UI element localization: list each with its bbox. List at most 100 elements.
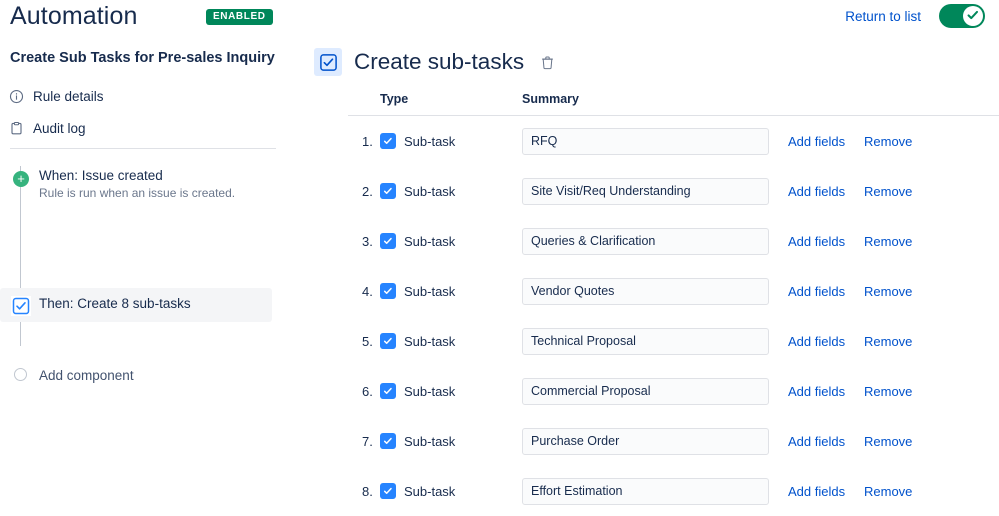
rule-sidebar: Create Sub Tasks for Pre-sales Inquiry R… xyxy=(0,40,286,514)
row-type-label: Sub-task xyxy=(404,133,456,149)
sidebar-item-rule-details[interactable]: Rule details xyxy=(8,84,104,108)
component-title: When: Issue created xyxy=(39,168,163,183)
row-index: 8. xyxy=(362,483,373,499)
row-index: 2. xyxy=(362,183,373,199)
summary-input[interactable] xyxy=(522,277,769,305)
row-summary-cell xyxy=(522,477,788,505)
rule-component-then[interactable]: Then: Create 8 sub-tasks xyxy=(0,288,272,322)
row-type: Sub-task xyxy=(380,233,522,249)
add-fields-link[interactable]: Add fields xyxy=(788,484,864,499)
add-fields-link[interactable]: Add fields xyxy=(788,184,864,199)
add-fields-link[interactable]: Add fields xyxy=(788,384,864,399)
add-component-label: Add component xyxy=(39,368,134,383)
add-fields-link[interactable]: Add fields xyxy=(788,434,864,449)
row-index: 3. xyxy=(362,233,373,249)
row-summary-cell xyxy=(522,377,788,405)
table-row: 1. Sub-task Add fields Remove xyxy=(348,116,999,166)
subtask-icon xyxy=(380,483,396,499)
rule-name: Create Sub Tasks for Pre-sales Inquiry xyxy=(10,50,275,66)
table-row: 2. Sub-task Add fields Remove xyxy=(348,166,999,216)
row-type-label: Sub-task xyxy=(404,483,456,499)
add-fields-link[interactable]: Add fields xyxy=(788,234,864,249)
summary-input[interactable] xyxy=(522,127,769,155)
add-fields-link[interactable]: Add fields xyxy=(788,134,864,149)
remove-link[interactable]: Remove xyxy=(864,484,912,499)
subtask-icon xyxy=(380,183,396,199)
summary-input[interactable] xyxy=(522,227,769,255)
rule-enabled-toggle[interactable] xyxy=(939,4,985,28)
row-type-label: Sub-task xyxy=(404,183,456,199)
subtasks-table: Type Summary 1. Sub-task Add fields Remo… xyxy=(348,92,999,516)
remove-link[interactable]: Remove xyxy=(864,234,912,249)
remove-link[interactable]: Remove xyxy=(864,434,912,449)
add-component-button[interactable]: Add component xyxy=(0,362,272,388)
row-index: 7. xyxy=(362,433,373,449)
row-type: Sub-task xyxy=(380,383,522,399)
table-row: 4. Sub-task Add fields Remove xyxy=(348,266,999,316)
return-to-list-link[interactable]: Return to list xyxy=(845,9,921,24)
row-summary-cell xyxy=(522,177,788,205)
remove-link[interactable]: Remove xyxy=(864,184,912,199)
table-header-row: Type Summary xyxy=(348,92,999,116)
sidebar-item-label: Rule details xyxy=(33,88,104,104)
circle-icon xyxy=(14,368,27,381)
subtask-icon xyxy=(380,233,396,249)
rule-component-when[interactable]: + When: Issue created Rule is run when a… xyxy=(0,168,272,216)
row-index: 4. xyxy=(362,283,373,299)
sidebar-divider xyxy=(10,148,276,149)
remove-link[interactable]: Remove xyxy=(864,284,912,299)
page-header: Automation ENABLED Return to list xyxy=(0,0,999,40)
scrollbar[interactable] xyxy=(995,40,999,514)
trash-icon[interactable] xyxy=(538,53,556,71)
row-type: Sub-task xyxy=(380,183,522,199)
subtask-icon xyxy=(314,48,342,76)
subtask-icon xyxy=(380,433,396,449)
remove-link[interactable]: Remove xyxy=(864,334,912,349)
row-type-label: Sub-task xyxy=(404,283,456,299)
column-header-index xyxy=(348,92,380,109)
check-icon xyxy=(967,10,978,20)
summary-input[interactable] xyxy=(522,427,769,455)
row-type-label: Sub-task xyxy=(404,433,456,449)
row-type: Sub-task xyxy=(380,133,522,149)
plus-circle-icon: + xyxy=(13,171,29,187)
summary-input[interactable] xyxy=(522,377,769,405)
row-type-label: Sub-task xyxy=(404,233,456,249)
column-header-summary: Summary xyxy=(522,92,579,106)
table-row: 5. Sub-task Add fields Remove xyxy=(348,316,999,366)
row-index: 6. xyxy=(362,383,373,399)
subtask-icon xyxy=(380,283,396,299)
table-row: 8. Sub-task Add fields Remove xyxy=(348,466,999,516)
subtask-icon xyxy=(380,333,396,349)
summary-input[interactable] xyxy=(522,177,769,205)
action-header: Create sub-tasks xyxy=(314,48,556,76)
status-badge: ENABLED xyxy=(206,9,273,25)
page-title: Automation xyxy=(10,2,138,30)
row-summary-cell xyxy=(522,227,788,255)
row-summary-cell xyxy=(522,277,788,305)
clipboard-icon xyxy=(8,120,24,136)
sidebar-item-label: Audit log xyxy=(33,120,86,136)
row-summary-cell xyxy=(522,427,788,455)
remove-link[interactable]: Remove xyxy=(864,384,912,399)
summary-input[interactable] xyxy=(522,477,769,505)
summary-input[interactable] xyxy=(522,327,769,355)
row-type: Sub-task xyxy=(380,333,522,349)
row-type-label: Sub-task xyxy=(404,333,456,349)
row-index: 5. xyxy=(362,333,373,349)
panel-separator xyxy=(290,40,291,514)
add-fields-link[interactable]: Add fields xyxy=(788,284,864,299)
component-title: Then: Create 8 sub-tasks xyxy=(39,296,191,311)
subtask-icon xyxy=(380,133,396,149)
row-type: Sub-task xyxy=(380,283,522,299)
component-subtitle: Rule is run when an issue is created. xyxy=(39,186,236,200)
main-content: Create sub-tasks Type Summary 1. Sub-tas… xyxy=(300,40,999,514)
row-summary-cell xyxy=(522,327,788,355)
sidebar-item-audit-log[interactable]: Audit log xyxy=(8,116,86,140)
subtask-icon xyxy=(11,296,31,316)
add-fields-link[interactable]: Add fields xyxy=(788,334,864,349)
table-row: 7. Sub-task Add fields Remove xyxy=(348,416,999,466)
table-body: 1. Sub-task Add fields Remove 2. Sub-tas… xyxy=(348,116,999,516)
remove-link[interactable]: Remove xyxy=(864,134,912,149)
row-type-label: Sub-task xyxy=(404,383,456,399)
